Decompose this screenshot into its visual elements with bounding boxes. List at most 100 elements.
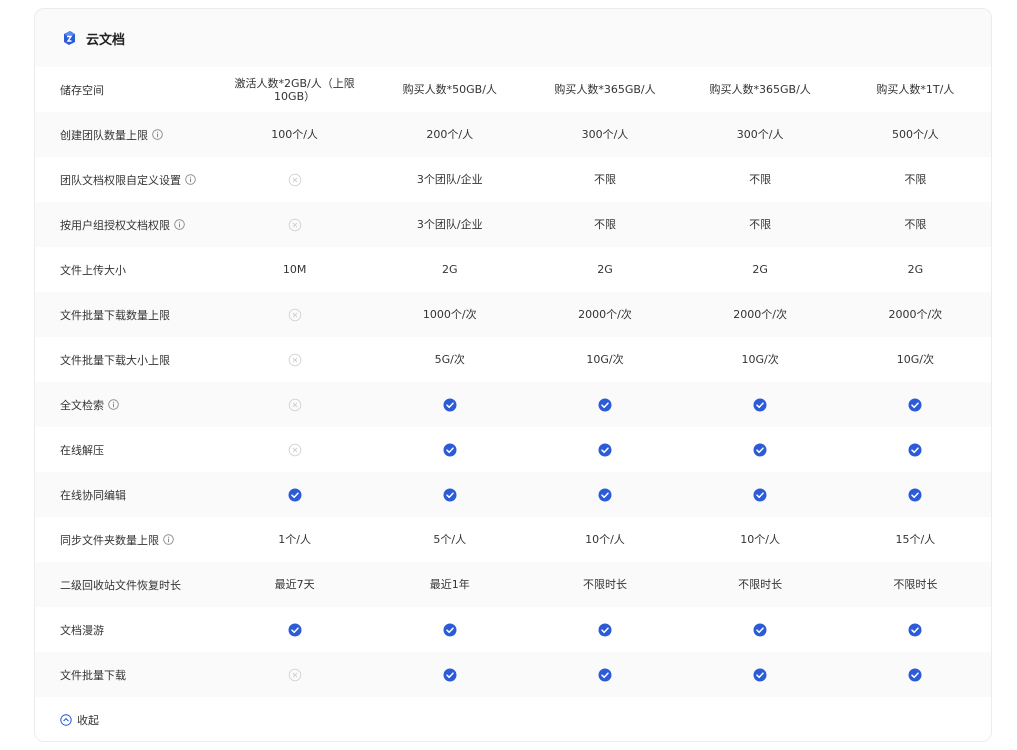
info-icon[interactable] xyxy=(152,129,163,140)
cell-value: 不限时长 xyxy=(582,578,627,591)
cell-value: 不限 xyxy=(749,173,772,186)
check-icon xyxy=(372,668,527,682)
row-label: 储存空间 xyxy=(60,83,104,97)
cell-value: 10G/次 xyxy=(896,353,934,366)
table-row: 团队文档权限自定义设置 3个团队/企业 不限 不限 不限 xyxy=(35,157,991,202)
table-row: 按用户组授权文档权限 3个团队/企业 不限 不限 不限 xyxy=(35,202,991,247)
cell-value: 2000个/次 xyxy=(578,308,632,321)
row-label: 在线协同编辑 xyxy=(35,487,217,503)
cell-value: 不限 xyxy=(749,218,772,231)
row-label: 文件上传大小 xyxy=(35,262,217,278)
cell-value: 10个/人 xyxy=(740,533,780,546)
cell-value: 不限 xyxy=(593,173,616,186)
check-icon xyxy=(838,623,991,637)
cell-value: 500个/人 xyxy=(891,128,939,141)
info-icon[interactable] xyxy=(163,534,174,545)
table-header-row: 储存空间 激活人数*2GB/人（上限10GB） 购买人数*50GB/人 购买人数… xyxy=(35,67,991,112)
row-label-text: 文档漫游 xyxy=(60,623,104,637)
check-icon xyxy=(683,443,838,457)
cell-value: 不限 xyxy=(904,218,927,231)
unavailable-icon xyxy=(217,218,372,232)
table-row: 创建团队数量上限 100个/人 200个/人 300个/人 300个/人 500个/人 xyxy=(35,112,991,157)
check-icon xyxy=(683,668,838,682)
cell-value: 1个/人 xyxy=(278,533,311,546)
table-row: 全文检索 xyxy=(35,382,991,427)
comparison-table: 储存空间 激活人数*2GB/人（上限10GB） 购买人数*50GB/人 购买人数… xyxy=(35,67,991,697)
cell-value: 2G xyxy=(442,263,458,276)
check-icon xyxy=(527,623,682,637)
table-row: 二级回收站文件恢复时长 最近7天 最近1年 不限时长 不限时长 不限时长 xyxy=(35,562,991,607)
table-row: 文件批量下载大小上限 5G/次 10G/次 10G/次 10G/次 xyxy=(35,337,991,382)
row-label: 文件批量下载大小上限 xyxy=(35,352,217,368)
feature-comparison-card: 云文档 储存空间 激活人数*2GB/人（上限10GB） 购买人数*50GB/人 … xyxy=(34,8,992,742)
row-label-text: 同步文件夹数量上限 xyxy=(60,533,159,547)
check-icon xyxy=(838,443,991,457)
row-label-text: 在线解压 xyxy=(60,443,104,457)
check-icon xyxy=(683,488,838,502)
row-label-text: 在线协同编辑 xyxy=(60,488,126,502)
row-label: 按用户组授权文档权限 xyxy=(35,217,217,233)
row-label: 同步文件夹数量上限 xyxy=(35,532,217,548)
row-label-text: 二级回收站文件恢复时长 xyxy=(60,578,181,592)
check-icon xyxy=(838,668,991,682)
row-label-text: 按用户组授权文档权限 xyxy=(60,218,170,232)
collapse-label: 收起 xyxy=(77,714,99,727)
row-label: 在线解压 xyxy=(35,442,217,458)
section-title: 云文档 xyxy=(86,32,126,48)
cell-value: 最近7天 xyxy=(274,578,315,591)
row-label: 全文检索 xyxy=(35,397,217,413)
row-label-text: 团队文档权限自定义设置 xyxy=(60,173,181,187)
unavailable-icon xyxy=(217,398,372,412)
cell-value: 300个/人 xyxy=(581,128,629,141)
chevron-up-circle-icon xyxy=(60,714,72,726)
row-label-text: 全文检索 xyxy=(60,398,104,412)
cell-value: 5G/次 xyxy=(434,353,465,366)
cell-value: 5个/人 xyxy=(433,533,467,546)
row-label-text: 文件批量下载大小上限 xyxy=(60,353,170,367)
unavailable-icon xyxy=(217,173,372,187)
check-icon xyxy=(838,488,991,502)
table-row: 在线解压 xyxy=(35,427,991,472)
row-label-text: 创建团队数量上限 xyxy=(60,128,148,142)
cell-value: 不限 xyxy=(904,173,927,186)
cell-value: 不限时长 xyxy=(893,578,938,591)
plan-header: 激活人数*2GB/人（上限10GB） xyxy=(234,76,355,103)
cell-value: 15个/人 xyxy=(895,533,936,546)
check-icon xyxy=(527,443,682,457)
cell-value: 不限时长 xyxy=(738,578,783,591)
info-icon[interactable] xyxy=(174,219,185,230)
unavailable-icon xyxy=(217,308,372,322)
check-icon xyxy=(683,623,838,637)
unavailable-icon xyxy=(217,353,372,367)
info-icon[interactable] xyxy=(108,399,119,410)
unavailable-icon xyxy=(217,443,372,457)
collapse-button[interactable]: 收起 xyxy=(60,712,99,728)
plan-header: 购买人数*365GB/人 xyxy=(554,83,656,96)
cell-value: 10G/次 xyxy=(586,353,624,366)
table-row: 文件上传大小 10M 2G 2G 2G 2G xyxy=(35,247,991,292)
plan-header: 购买人数*365GB/人 xyxy=(709,83,811,96)
cell-value: 2G xyxy=(907,263,924,276)
cloud-doc-logo-icon xyxy=(61,30,77,46)
check-icon xyxy=(527,488,682,502)
table-row: 在线协同编辑 xyxy=(35,472,991,517)
row-label: 创建团队数量上限 xyxy=(35,127,217,143)
row-label: 文件批量下载 xyxy=(35,667,217,683)
plan-header: 购买人数*50GB/人 xyxy=(402,83,497,96)
check-icon xyxy=(372,488,527,502)
row-label-text: 文件批量下载 xyxy=(60,668,126,682)
cell-value: 3个团队/企业 xyxy=(416,218,483,231)
cell-value: 2000个/次 xyxy=(888,308,943,321)
row-label: 团队文档权限自定义设置 xyxy=(35,172,217,188)
cell-value: 3个团队/企业 xyxy=(416,173,483,186)
check-icon xyxy=(372,398,527,412)
cell-value: 2G xyxy=(752,263,768,276)
cell-value: 300个/人 xyxy=(736,128,784,141)
row-label: 二级回收站文件恢复时长 xyxy=(35,577,217,593)
unavailable-icon xyxy=(217,668,372,682)
row-label-text: 文件上传大小 xyxy=(60,263,126,277)
info-icon[interactable] xyxy=(185,174,196,185)
cell-value: 10M xyxy=(282,263,307,276)
check-icon xyxy=(217,623,372,637)
cell-value: 200个/人 xyxy=(426,128,474,141)
